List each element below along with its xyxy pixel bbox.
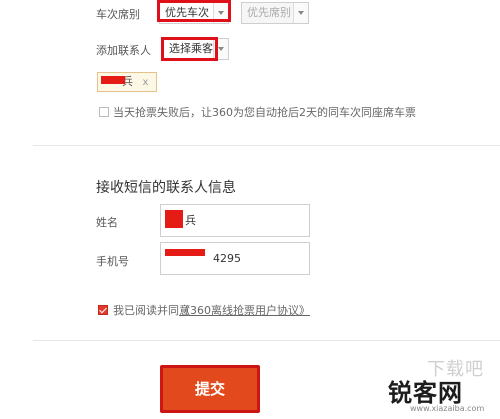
redaction-mark (165, 210, 183, 228)
highlight-box (157, 0, 231, 22)
redaction-mark (101, 76, 125, 84)
agreement-link[interactable]: 《360离线抢票用户协议》 (179, 302, 310, 318)
phone-field[interactable]: 4295 (160, 242, 310, 275)
watermark-url: www.xiazaiba.com (410, 404, 485, 413)
redaction-mark (165, 249, 205, 256)
phone-field-value: 4295 (213, 252, 241, 265)
name-label: 姓名 (96, 216, 118, 229)
sms-heading: 接收短信的联系人信息 (96, 180, 236, 196)
chevron-down-icon (293, 3, 308, 23)
highlight-box (161, 37, 218, 61)
seat-secondary-select[interactable]: 优先席别 (241, 2, 309, 24)
contact-label: 添加联系人 (96, 44, 151, 57)
section-divider (33, 340, 500, 341)
close-icon[interactable]: x (143, 77, 149, 88)
auto-grab-text: 当天抢票失败后，让360为您自动抢后2天的同车次同座席车票 (113, 106, 416, 119)
seat-label: 车次席别 (96, 8, 140, 21)
name-field-value: 兵 (185, 214, 196, 227)
agreement-checkbox[interactable] (98, 305, 108, 315)
watermark-logo: 锐客网 (388, 379, 463, 407)
seat-secondary-value: 优先席别 (247, 6, 291, 19)
auto-grab-checkbox[interactable] (99, 107, 109, 117)
section-divider (33, 145, 500, 146)
phone-label: 手机号 (96, 255, 129, 268)
submit-button[interactable]: 提交 (160, 365, 260, 413)
